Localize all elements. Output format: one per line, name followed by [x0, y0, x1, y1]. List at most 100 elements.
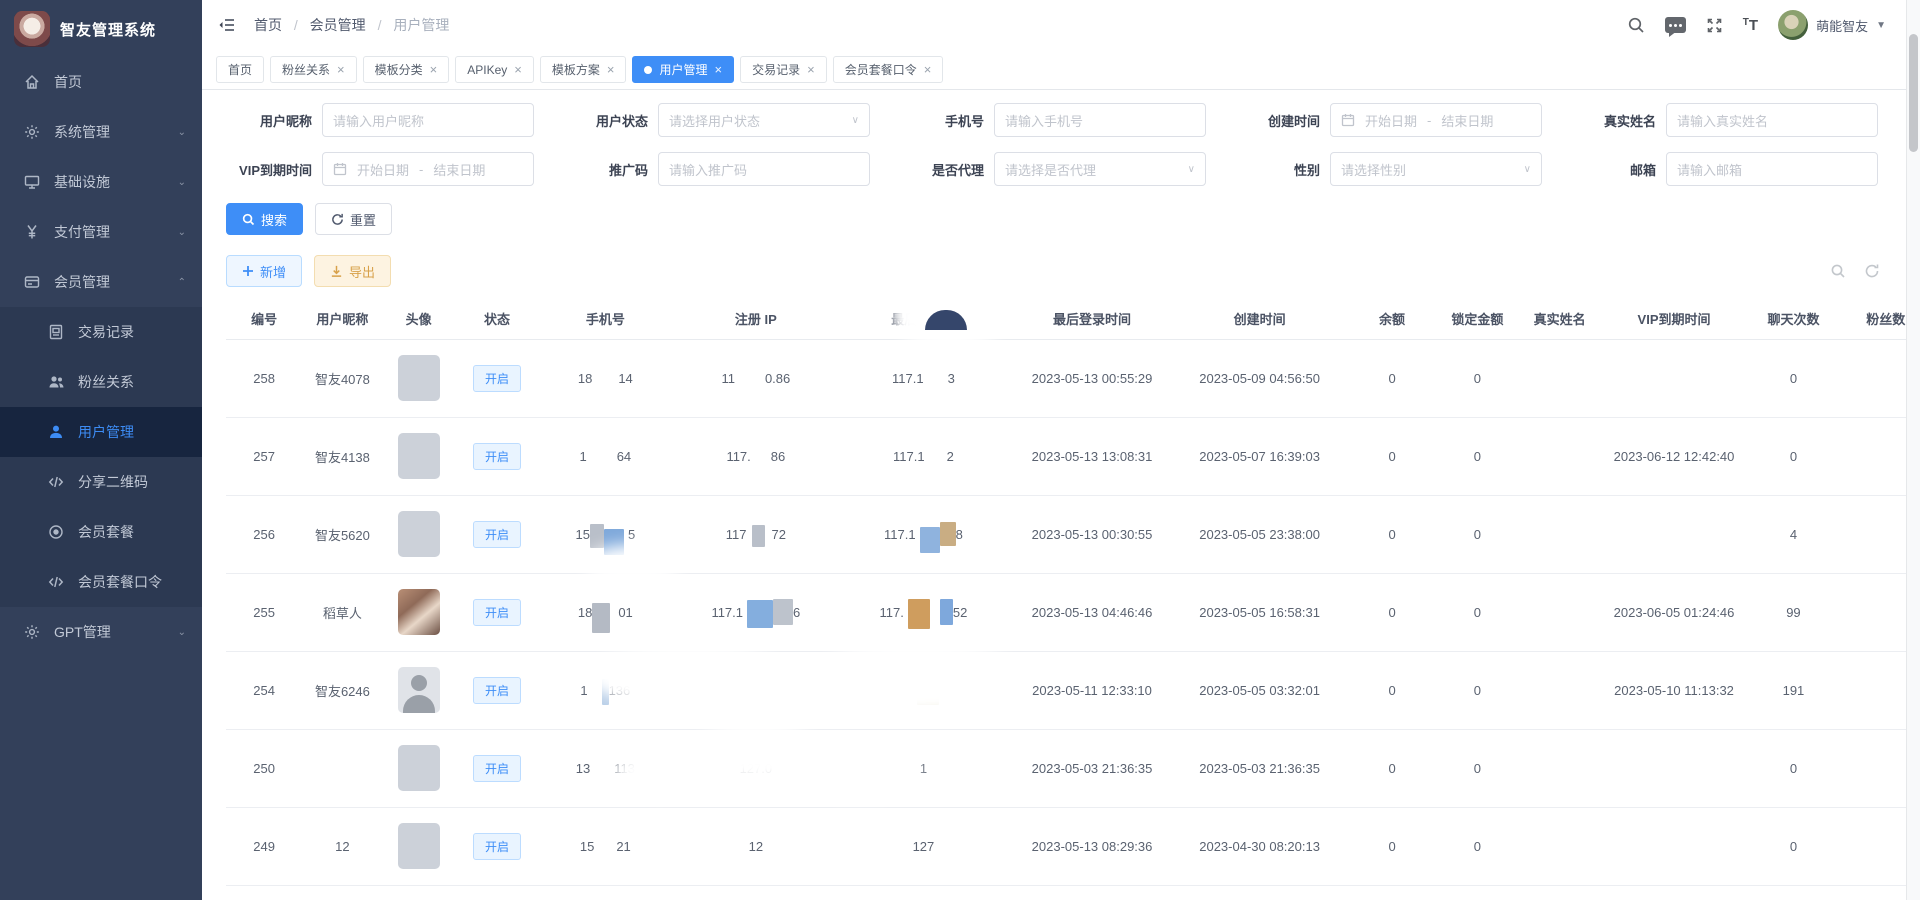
- filter-label: 真实姓名: [1570, 111, 1656, 130]
- cell-text: 86: [771, 449, 785, 464]
- filter-select-用户状态[interactable]: 请选择用户状态∨: [658, 103, 870, 137]
- cell-text: 6: [793, 605, 800, 620]
- tab-交易记录[interactable]: 交易记录×: [740, 56, 827, 83]
- app-logo: 智友管理系统: [0, 0, 202, 57]
- cell-text: 117.1: [892, 371, 924, 386]
- sidebar-item-会员套餐口令[interactable]: 会员套餐口令: [0, 557, 202, 607]
- status-badge: 开启: [473, 365, 521, 392]
- cell-nick: 12: [302, 807, 382, 885]
- tab-APIKey[interactable]: APIKey×: [455, 56, 534, 83]
- tab-label: 会员套餐口令: [845, 61, 917, 78]
- sidebar-item-分享二维码[interactable]: 分享二维码: [0, 457, 202, 507]
- close-icon[interactable]: ×: [607, 63, 615, 76]
- cell-locked: 0: [1442, 573, 1512, 651]
- cell-realname: [1512, 573, 1606, 651]
- cell-text: 21: [616, 839, 630, 854]
- cell-locked: 0: [1442, 417, 1512, 495]
- cell-loginip: 117.12: [840, 417, 1007, 495]
- filter-daterange-VIP到期时间[interactable]: 开始日期-结束日期: [322, 152, 534, 186]
- close-icon[interactable]: ×: [430, 63, 438, 76]
- filter-select-性别[interactable]: 请选择性别∨: [1330, 152, 1542, 186]
- sidebar-item-label: 会员套餐: [78, 522, 134, 542]
- filter-label: 推广码: [562, 160, 648, 179]
- cell-text: 01: [618, 605, 632, 620]
- cell-loginip: 127: [840, 807, 1007, 885]
- sidebar-item-GPT管理[interactable]: GPT管理⌄: [0, 607, 202, 657]
- close-icon[interactable]: ×: [714, 63, 722, 76]
- sidebar-item-会员套餐[interactable]: 会员套餐: [0, 507, 202, 557]
- cell-phone: 1521: [539, 807, 671, 885]
- cell-status: 开启: [455, 573, 539, 651]
- close-icon[interactable]: ×: [924, 63, 932, 76]
- breadcrumb-home[interactable]: 首页: [254, 17, 282, 33]
- sidebar-item-会员管理[interactable]: 会员管理⌃: [0, 257, 202, 307]
- vertical-scrollbar[interactable]: [1906, 0, 1920, 900]
- sidebar-item-首页[interactable]: 首页: [0, 57, 202, 107]
- cell-text: 117.1: [711, 605, 743, 620]
- cell-status: 开启: [455, 339, 539, 417]
- table-refresh-icon[interactable]: [1864, 263, 1880, 279]
- tab-粉丝关系[interactable]: 粉丝关系×: [270, 56, 357, 83]
- filter-input-邮箱[interactable]: 请输入邮箱: [1666, 152, 1878, 186]
- avatar: [398, 355, 440, 401]
- sidebar-item-粉丝关系[interactable]: 粉丝关系: [0, 357, 202, 407]
- user-menu[interactable]: 萌能智友 ▼: [1778, 10, 1886, 40]
- redaction-patch: [592, 603, 610, 633]
- reset-button[interactable]: 重置: [315, 203, 392, 235]
- sidebar-item-支付管理[interactable]: 支付管理⌄: [0, 207, 202, 257]
- calendar-icon: [333, 162, 347, 176]
- filter-select-是否代理[interactable]: 请选择是否代理∨: [994, 152, 1206, 186]
- cell-locked: 0: [1442, 651, 1512, 729]
- close-icon[interactable]: ×: [337, 63, 345, 76]
- status-badge: 开启: [473, 677, 521, 704]
- breadcrumb-member[interactable]: 会员管理: [310, 17, 366, 33]
- table-search-icon[interactable]: [1830, 263, 1846, 279]
- user-table: 编号用户昵称头像状态手机号注册 IP最后登录IP最后登录时间创建时间余额锁定金额…: [226, 299, 1906, 886]
- cell-avatar: [383, 339, 455, 417]
- sidebar-collapse-icon[interactable]: [218, 16, 236, 34]
- sidebar-item-label: 粉丝关系: [78, 372, 134, 392]
- tab-用户管理[interactable]: 用户管理×: [632, 56, 734, 83]
- search-icon[interactable]: [1627, 16, 1645, 34]
- close-icon[interactable]: ×: [514, 63, 522, 76]
- filter-input-真实姓名[interactable]: 请输入真实姓名: [1666, 103, 1878, 137]
- filter-input-手机号[interactable]: 请输入手机号: [994, 103, 1206, 137]
- filter-input-推广码[interactable]: 请输入推广码: [658, 152, 870, 186]
- sidebar-item-用户管理[interactable]: 用户管理: [0, 407, 202, 457]
- fullscreen-icon[interactable]: [1706, 17, 1723, 34]
- filter-field-真实姓名: 真实姓名请输入真实姓名: [1570, 103, 1906, 137]
- cell-balance: 0: [1342, 651, 1442, 729]
- filter-input-用户昵称[interactable]: 请输入用户昵称: [322, 103, 534, 137]
- cell-text: 127.0: [740, 761, 773, 776]
- add-button[interactable]: 新增: [226, 255, 302, 287]
- cell-chats: 191: [1741, 651, 1845, 729]
- font-size-icon[interactable]: TT: [1743, 17, 1758, 34]
- filter-field-用户状态: 用户状态请选择用户状态∨: [562, 103, 898, 137]
- close-icon[interactable]: ×: [807, 63, 815, 76]
- cell-locked: 0: [1442, 729, 1512, 807]
- tab-首页[interactable]: 首页: [216, 56, 264, 83]
- target-icon: [48, 524, 66, 540]
- tab-会员套餐口令[interactable]: 会员套餐口令 ×: [833, 56, 944, 83]
- scrollbar-thumb[interactable]: [1909, 34, 1918, 152]
- filter-daterange-创建时间[interactable]: 开始日期-结束日期: [1330, 103, 1542, 137]
- tab-模板方案[interactable]: 模板方案×: [540, 56, 627, 83]
- cell-regip: 117.16: [672, 573, 841, 651]
- cell-fans: [1846, 651, 1906, 729]
- export-button[interactable]: 导出: [314, 255, 391, 287]
- sidebar-item-系统管理[interactable]: 系统管理⌄: [0, 107, 202, 157]
- column-header-regip: 注册 IP: [672, 299, 841, 339]
- cell-ctime: 2023-04-30 08:20:13: [1177, 807, 1342, 885]
- header-actions: TT 萌能智友 ▼: [1627, 10, 1886, 40]
- cell-nick: 智友4138: [302, 417, 382, 495]
- filter-label: 是否代理: [898, 160, 984, 179]
- cell-balance: 0: [1342, 495, 1442, 573]
- sidebar-item-基础设施[interactable]: 基础设施⌄: [0, 157, 202, 207]
- code-icon: [48, 474, 66, 490]
- message-icon[interactable]: [1665, 17, 1686, 33]
- cell-ctime: 2023-05-03 21:36:35: [1177, 729, 1342, 807]
- sidebar-item-交易记录[interactable]: 交易记录: [0, 307, 202, 357]
- search-button[interactable]: 搜索: [226, 203, 303, 235]
- filter-label: 用户昵称: [226, 111, 312, 130]
- tab-模板分类[interactable]: 模板分类×: [363, 56, 450, 83]
